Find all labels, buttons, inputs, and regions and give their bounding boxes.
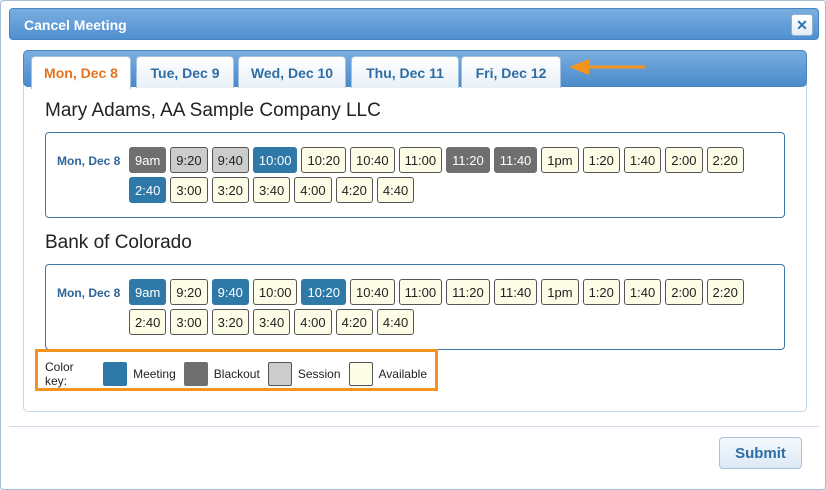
time-slot[interactable]: 10:00: [252, 279, 298, 305]
time-slot[interactable]: 11:00: [398, 279, 443, 305]
time-slot-box: Mon, Dec 8 9am 9:20 9:40 10:00 10:20 10:40 11:…: [45, 264, 785, 350]
available-swatch: [348, 362, 373, 386]
session-swatch: [267, 362, 292, 386]
time-slot[interactable]: 9:40: [211, 147, 249, 173]
dialog-title: Cancel Meeting: [24, 17, 127, 33]
time-slot[interactable]: 2:40: [129, 309, 167, 335]
key-label: Available: [378, 367, 427, 381]
time-slot[interactable]: 4:40: [376, 177, 415, 203]
slot-date-label: Mon, Dec 8: [57, 286, 121, 300]
close-icon: ✕: [796, 16, 808, 33]
color-key-item-session: Session: [267, 362, 341, 386]
tab-mon-dec-8[interactable]: Mon, Dec 8: [31, 56, 131, 89]
time-slot[interactable]: 10:00: [252, 147, 298, 173]
time-slot[interactable]: 2:00: [665, 279, 703, 305]
dialog-titlebar: Cancel Meeting ✕: [9, 8, 819, 40]
annotation-arrow-icon: [569, 59, 645, 75]
time-slot[interactable]: 11:20: [446, 147, 490, 173]
time-slot[interactable]: 4:20: [335, 309, 373, 335]
cancel-meeting-dialog: Cancel Meeting ✕ Mon, Dec 8 Tue, Dec 9 W…: [0, 0, 826, 490]
close-button[interactable]: ✕: [791, 14, 813, 36]
key-label: Blackout: [213, 367, 260, 381]
time-slots-list: 9am 9:20 9:40 10:00 10:20 10:40 11:00 11:20 11:4…: [129, 147, 779, 203]
time-slot[interactable]: 11:40: [493, 279, 538, 305]
time-slot[interactable]: 9:20: [170, 279, 208, 305]
time-slot[interactable]: 4:00: [294, 309, 332, 335]
time-slot[interactable]: 4:40: [376, 309, 415, 335]
time-slot[interactable]: 9am: [129, 279, 167, 305]
company-name: Mary Adams, AA Sample Company LLC: [45, 100, 381, 121]
time-slot[interactable]: 11:40: [493, 147, 538, 173]
time-slot[interactable]: 10:20: [301, 147, 347, 173]
time-slot[interactable]: 9:40: [211, 279, 249, 305]
time-slot[interactable]: 1:20: [582, 147, 620, 173]
time-slot[interactable]: 1:20: [582, 279, 620, 305]
time-slot[interactable]: 2:40: [129, 177, 167, 203]
time-slot[interactable]: 3:40: [252, 309, 291, 335]
time-slot[interactable]: 1:40: [623, 147, 662, 173]
time-slot[interactable]: 3:40: [252, 177, 291, 203]
time-slot[interactable]: 3:20: [211, 177, 249, 203]
time-slot[interactable]: 10:40: [350, 147, 395, 173]
key-label: Meeting: [133, 367, 176, 381]
tab-thu-dec-11[interactable]: Thu, Dec 11: [351, 56, 459, 88]
tab-strip: Mon, Dec 8 Tue, Dec 9 Wed, Dec 10 Thu, D…: [23, 50, 807, 89]
time-slots-list: 9am 9:20 9:40 10:00 10:20 10:40 11:00 11:20 11:4…: [129, 279, 779, 335]
time-slot-box: Mon, Dec 8 9am 9:20 9:40 10:00 10:20 10:40 11:…: [45, 132, 785, 218]
time-slot[interactable]: 4:20: [335, 177, 373, 203]
tab-tue-dec-9[interactable]: Tue, Dec 9: [136, 56, 234, 88]
time-slot[interactable]: 9am: [129, 147, 167, 173]
time-slot[interactable]: 11:20: [446, 279, 490, 305]
color-key: Color key: Meeting Blackout Session Avai…: [45, 360, 435, 388]
meeting-swatch: [103, 362, 128, 386]
time-slot[interactable]: 2:00: [665, 147, 703, 173]
tab-fri-dec-12[interactable]: Fri, Dec 12: [461, 56, 561, 88]
color-key-box: Color key: Meeting Blackout Session Avai…: [35, 349, 438, 391]
time-slot[interactable]: 1pm: [541, 147, 579, 173]
submit-button[interactable]: Submit: [719, 437, 802, 469]
time-slot[interactable]: 9:20: [170, 147, 208, 173]
color-key-item-blackout: Blackout: [183, 362, 260, 386]
time-slot[interactable]: 10:40: [350, 279, 395, 305]
time-slot[interactable]: 11:00: [398, 147, 443, 173]
blackout-swatch: [183, 362, 208, 386]
time-slot[interactable]: 10:20: [301, 279, 347, 305]
time-slot[interactable]: 4:00: [294, 177, 332, 203]
time-slot[interactable]: 1pm: [541, 279, 579, 305]
color-key-item-meeting: Meeting: [103, 362, 176, 386]
time-slot[interactable]: 3:20: [211, 309, 249, 335]
time-slot[interactable]: 1:40: [623, 279, 662, 305]
slot-date-label: Mon, Dec 8: [57, 154, 121, 168]
footer-divider: [9, 426, 819, 427]
time-slot[interactable]: 2:20: [706, 147, 744, 173]
company-name: Bank of Colorado: [45, 232, 192, 253]
color-key-label: Color key:: [45, 360, 74, 388]
time-slot[interactable]: 2:20: [706, 279, 744, 305]
time-slot[interactable]: 3:00: [170, 309, 208, 335]
time-slot[interactable]: 3:00: [170, 177, 208, 203]
key-label: Session: [297, 367, 341, 381]
color-key-item-available: Available: [348, 362, 427, 386]
tab-wed-dec-10[interactable]: Wed, Dec 10: [238, 56, 346, 88]
